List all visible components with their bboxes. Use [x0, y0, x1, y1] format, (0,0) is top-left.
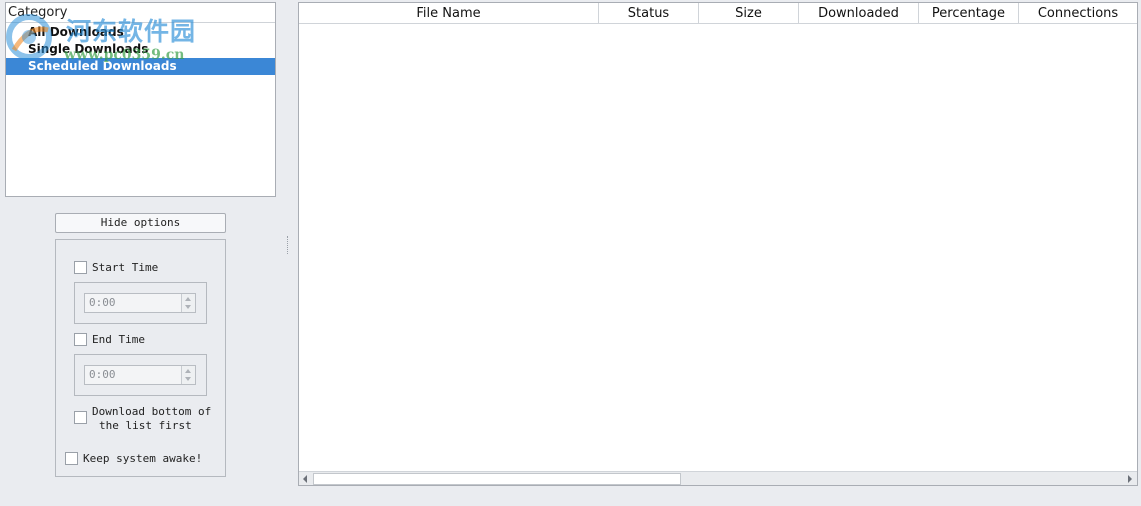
watermark-url: www.pc0359.cn: [64, 47, 185, 63]
spin-up-icon[interactable]: [185, 369, 191, 373]
column-header-percentage[interactable]: Percentage: [919, 3, 1019, 24]
scrollbar-thumb[interactable]: [313, 473, 681, 485]
end-time-checkbox[interactable]: [74, 333, 87, 346]
hide-options-button[interactable]: Hide options: [55, 213, 226, 233]
end-time-spinbox[interactable]: 0:00: [84, 365, 196, 385]
bottom-first-label-line2: the list first: [99, 419, 192, 432]
options-panel: Start Time 0:00 End Time 0:00 Download b…: [55, 239, 226, 477]
start-time-stepper[interactable]: [181, 294, 195, 312]
column-header-file-name[interactable]: File Name: [299, 3, 599, 24]
spin-down-icon[interactable]: [185, 377, 191, 381]
scroll-right-icon[interactable]: [1128, 475, 1132, 483]
horizontal-scrollbar[interactable]: [299, 471, 1137, 485]
scroll-left-icon[interactable]: [303, 475, 307, 483]
column-header-size[interactable]: Size: [699, 3, 799, 24]
keep-awake-label: Keep system awake!: [83, 452, 203, 465]
end-time-box: 0:00: [74, 354, 207, 396]
spin-up-icon[interactable]: [185, 297, 191, 301]
start-time-value: 0:00: [89, 296, 116, 309]
watermark-text: 河东软件园: [66, 17, 197, 46]
keep-awake-checkbox[interactable]: [65, 452, 78, 465]
table-body[interactable]: [299, 25, 1137, 471]
watermark-logo-icon: [6, 14, 52, 60]
end-time-label: End Time: [92, 333, 145, 346]
bottom-first-checkbox[interactable]: [74, 411, 87, 424]
table-header: File Name Status Size Downloaded Percent…: [299, 3, 1137, 24]
splitter-handle[interactable]: [287, 236, 289, 254]
scroll-right-button[interactable]: [1123, 472, 1137, 485]
downloads-table: File Name Status Size Downloaded Percent…: [298, 2, 1138, 486]
scroll-left-button[interactable]: [299, 472, 313, 485]
spin-down-icon[interactable]: [185, 305, 191, 309]
bottom-first-label-line1: Download bottom of: [92, 405, 212, 418]
column-header-downloaded[interactable]: Downloaded: [799, 3, 919, 24]
column-header-connections[interactable]: Connections: [1019, 3, 1137, 24]
start-time-checkbox[interactable]: [74, 261, 87, 274]
end-time-stepper[interactable]: [181, 366, 195, 384]
start-time-label: Start Time: [92, 261, 159, 274]
column-header-status[interactable]: Status: [599, 3, 699, 24]
start-time-spinbox[interactable]: 0:00: [84, 293, 196, 313]
end-time-value: 0:00: [89, 368, 116, 381]
start-time-box: 0:00: [74, 282, 207, 324]
